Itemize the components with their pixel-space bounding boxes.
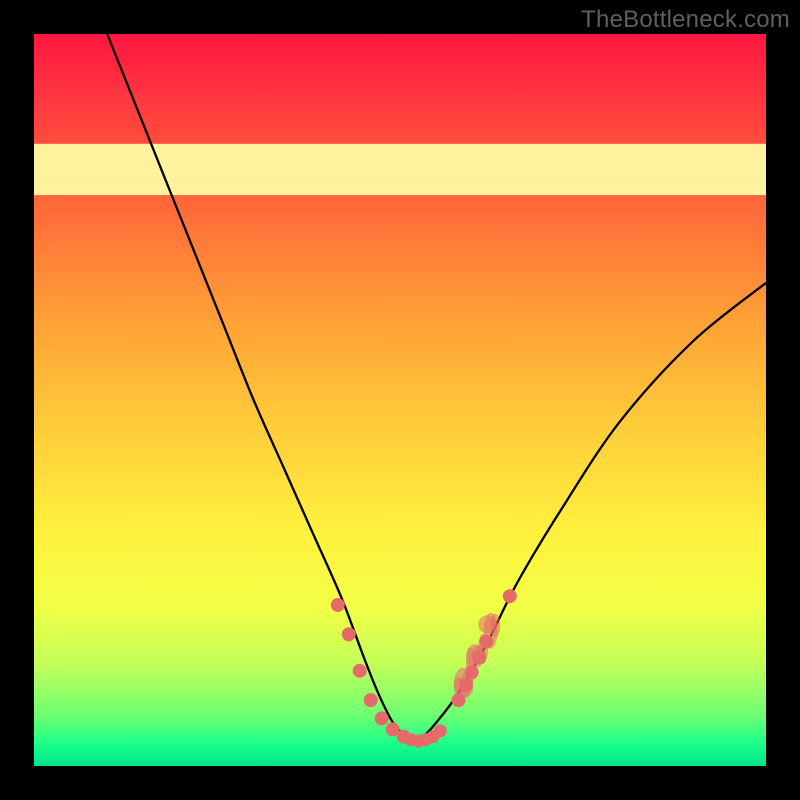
attribution-text: TheBottleneck.com — [581, 6, 790, 34]
flame-blob — [490, 614, 500, 638]
chart-frame: TheBottleneck.com — [0, 0, 800, 800]
highlight-band — [34, 144, 766, 195]
data-dot — [479, 635, 493, 649]
data-dot — [342, 627, 356, 641]
data-dot — [353, 664, 367, 678]
data-dot — [364, 693, 378, 707]
data-dot — [459, 678, 473, 692]
data-dot — [375, 711, 389, 725]
chart-overlay — [34, 34, 766, 766]
data-dot — [503, 589, 517, 603]
bottleneck-curve — [107, 34, 766, 739]
data-dots — [331, 589, 517, 747]
plot-area — [34, 34, 766, 766]
data-dot — [434, 724, 447, 737]
data-dot — [452, 693, 466, 707]
data-dot — [331, 598, 345, 612]
data-dot — [472, 651, 486, 665]
data-dot — [465, 665, 479, 679]
